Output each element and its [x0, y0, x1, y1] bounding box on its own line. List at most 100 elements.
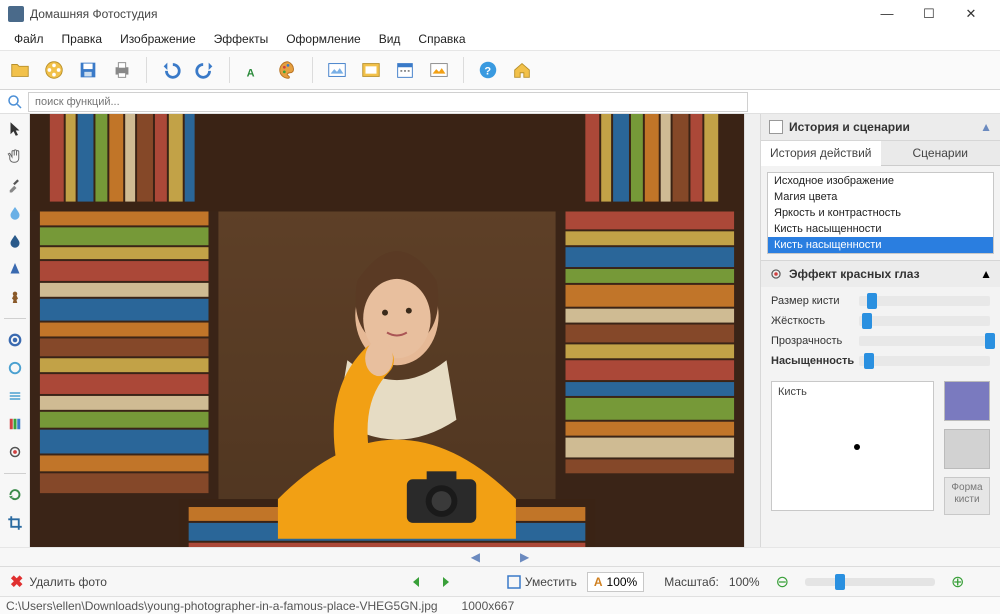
canvas-wrap [30, 114, 760, 547]
image-canvas[interactable] [30, 114, 744, 547]
slider-thumb[interactable] [862, 313, 872, 329]
history-item[interactable]: Исходное изображение [768, 173, 993, 189]
help-button[interactable]: ? [474, 56, 502, 84]
zoom-a-icon: A [594, 575, 603, 589]
open-folder-button[interactable] [6, 56, 34, 84]
slider-track[interactable] [859, 336, 990, 346]
right-panel: История и сценарии ▲ История действий Сц… [760, 114, 1000, 547]
delete-label: Удалить фото [29, 575, 106, 589]
menu-вид[interactable]: Вид [371, 30, 409, 48]
home-button[interactable] [508, 56, 536, 84]
slider-label: Прозрачность [771, 335, 851, 347]
color-swatch-secondary[interactable] [944, 429, 990, 469]
next-photo-button[interactable] [435, 573, 457, 591]
tool-redeye-remove[interactable] [3, 441, 27, 463]
image-frame-button[interactable] [357, 56, 385, 84]
film-reel-button[interactable] [40, 56, 68, 84]
slider-track[interactable] [859, 296, 990, 306]
slider-thumb[interactable] [867, 293, 877, 309]
slider-label: Размер кисти [771, 295, 851, 307]
print-button[interactable] [108, 56, 136, 84]
slider-row: Прозрачность [771, 335, 990, 347]
main-toolbar: A? [0, 50, 1000, 90]
image-import-button[interactable] [323, 56, 351, 84]
history-title: История и сценарии [789, 120, 980, 134]
search-input[interactable] [28, 92, 748, 112]
color-swatch-primary[interactable] [944, 381, 990, 421]
tool-rgb-bars[interactable] [3, 413, 27, 435]
menu-правка[interactable]: Правка [54, 30, 111, 48]
prev-next-buttons [407, 573, 457, 591]
slider-track[interactable] [859, 316, 990, 326]
calendar-button[interactable] [391, 56, 419, 84]
zoom-100-box[interactable]: A 100% [587, 572, 644, 592]
history-list[interactable]: Исходное изображениеМагия цветаЯркость и… [767, 172, 994, 254]
canvas-scrollbar[interactable] [744, 114, 760, 547]
menu-оформление[interactable]: Оформление [278, 30, 368, 48]
prev-photo-button[interactable] [407, 573, 429, 591]
collapse-icon[interactable]: ▲ [980, 120, 992, 134]
tool-drop[interactable] [3, 202, 27, 224]
save-button[interactable] [74, 56, 102, 84]
undo-button[interactable] [157, 56, 185, 84]
history-item[interactable]: Магия цвета [768, 189, 993, 205]
history-panel-header[interactable]: История и сценарии ▲ [761, 114, 1000, 141]
minimize-button[interactable]: — [866, 2, 908, 26]
fit-button[interactable]: Уместить [507, 575, 577, 589]
toolbar-separator [146, 57, 147, 83]
close-button[interactable]: ✕ [950, 2, 992, 26]
nav-right-icon[interactable]: ▶ [520, 550, 529, 564]
image-color-button[interactable] [425, 56, 453, 84]
menu-справка[interactable]: Справка [410, 30, 473, 48]
toolbar-separator [229, 57, 230, 83]
zoom-in-button[interactable]: ⊕ [951, 572, 964, 592]
tool-rotate[interactable] [3, 484, 27, 506]
menubar: ФайлПравкаИзображениеЭффектыОформлениеВи… [0, 28, 1000, 50]
left-toolbox [0, 114, 30, 547]
slider-track[interactable] [859, 356, 990, 366]
palette-button[interactable] [274, 56, 302, 84]
scale-label: Масштаб: [664, 575, 719, 589]
tool-cone[interactable] [3, 258, 27, 280]
menu-эффекты[interactable]: Эффекты [206, 30, 277, 48]
slider-thumb[interactable] [985, 333, 995, 349]
tool-eyedropper[interactable] [3, 174, 27, 196]
tool-drop-dark[interactable] [3, 230, 27, 252]
tool-hue-ring[interactable] [3, 329, 27, 351]
nav-left-icon[interactable]: ◀ [471, 550, 480, 564]
menu-изображение[interactable]: Изображение [112, 30, 204, 48]
text-a-button[interactable]: A [240, 56, 268, 84]
menu-файл[interactable]: Файл [6, 30, 52, 48]
tool-lines[interactable] [3, 385, 27, 407]
slider-row: Размер кисти [771, 295, 990, 307]
tool-cursor[interactable] [3, 118, 27, 140]
history-item[interactable]: Яркость и контрастность [768, 205, 993, 221]
maximize-button[interactable]: ☐ [908, 2, 950, 26]
tab-scenarios[interactable]: Сценарии [881, 141, 1000, 166]
brush-preview: Кисть [771, 381, 934, 511]
brush-preview-box: Кисть Форма кисти [771, 381, 990, 515]
zoom-out-button[interactable]: ⊖ [776, 572, 789, 592]
zoom-box-value: 100% [607, 575, 638, 589]
work-area: История и сценарии ▲ История действий Сц… [0, 114, 1000, 547]
brush-label: Кисть [778, 386, 807, 398]
tool-hand[interactable] [3, 146, 27, 168]
delete-photo-button[interactable]: ✖ Удалить фото [10, 572, 107, 592]
effect-panel-header[interactable]: Эффект красных глаз ▲ [761, 260, 1000, 287]
tab-history[interactable]: История действий [761, 141, 881, 166]
zoom-slider-thumb[interactable] [835, 574, 845, 590]
tool-circle-outline[interactable] [3, 357, 27, 379]
slider-thumb[interactable] [864, 353, 874, 369]
window-controls: — ☐ ✕ [866, 2, 992, 26]
tool-crop[interactable] [3, 512, 27, 534]
redo-button[interactable] [191, 56, 219, 84]
toolbar-separator [312, 57, 313, 83]
history-item[interactable]: Кисть насыщенности [768, 221, 993, 237]
brush-shape-button[interactable]: Форма кисти [944, 477, 990, 515]
zoom-slider[interactable] [805, 578, 935, 586]
tool-separator [4, 318, 26, 319]
history-item[interactable]: Кисть насыщенности [768, 237, 993, 253]
scale-value: 100% [729, 575, 760, 589]
tool-chess-piece[interactable] [3, 286, 27, 308]
collapse-effect-icon[interactable]: ▲ [980, 267, 992, 281]
